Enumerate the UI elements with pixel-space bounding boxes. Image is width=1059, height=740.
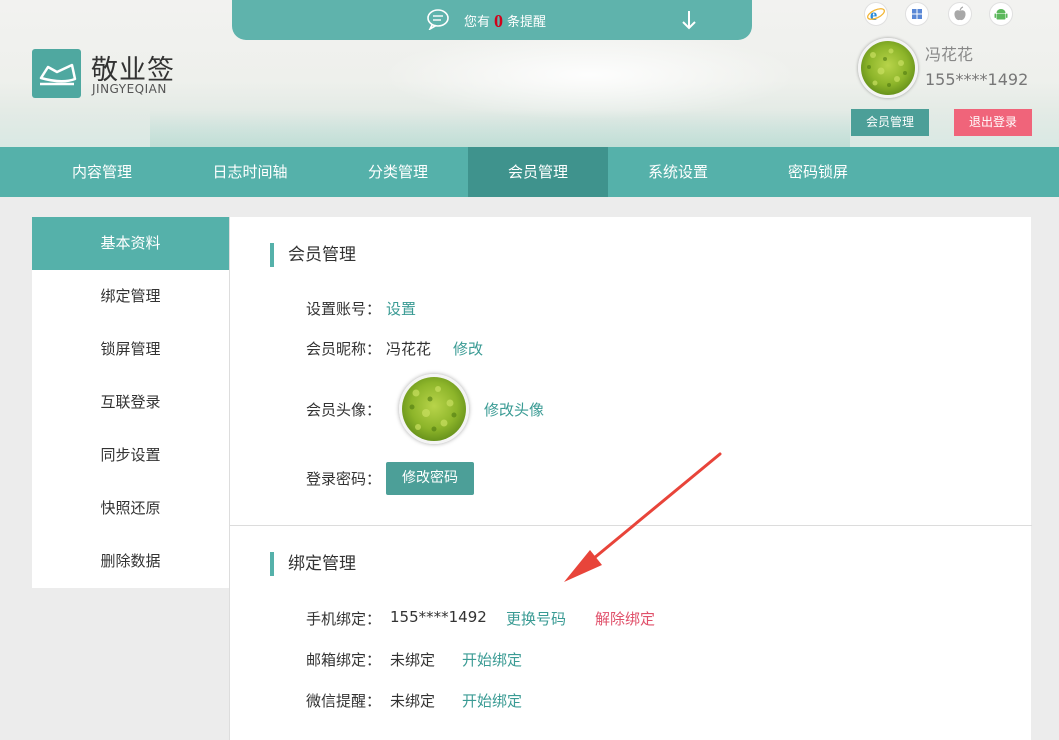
platform-icons: e	[864, 2, 1024, 26]
nickname-label: 会员昵称：	[306, 340, 382, 358]
nickname-value: 冯花花	[386, 340, 432, 358]
logo-icon	[32, 49, 81, 98]
nav-item-member[interactable]: 会员管理	[468, 147, 608, 197]
nav-item-category[interactable]: 分类管理	[328, 147, 468, 197]
member-manage-button[interactable]: 会员管理	[851, 109, 929, 136]
sidebar-item-snapshot[interactable]: 快照还原	[32, 482, 229, 535]
header: 您有 0 条提醒 敬业签 JINGYEQIAN e 冯花花 155****149…	[0, 0, 1059, 147]
sidebar: 基本资料 绑定管理 锁屏管理 互联登录 同步设置 快照还原 删除数据	[32, 217, 229, 588]
password-label: 登录密码：	[306, 470, 382, 488]
email-binding-value: 未绑定	[390, 651, 436, 669]
chat-bubble-icon	[427, 9, 449, 30]
bind-email-link[interactable]: 开始绑定	[462, 649, 522, 670]
notice-text: 您有 0 条提醒	[464, 10, 546, 31]
header-sea-decoration	[150, 110, 850, 147]
wechat-binding-label: 微信提醒：	[306, 692, 382, 710]
sidebar-item-sync[interactable]: 同步设置	[32, 429, 229, 482]
ie-icon[interactable]: e	[864, 2, 888, 26]
member-section-title: 会员管理	[270, 243, 356, 267]
main-panel: 会员管理 设置账号： 设置 会员昵称： 冯花花 修改 会员头像： 修改头像 登录…	[229, 217, 1032, 740]
notice-suffix: 条提醒	[507, 15, 547, 30]
wechat-binding-value: 未绑定	[390, 692, 436, 710]
sidebar-item-lock[interactable]: 锁屏管理	[32, 323, 229, 376]
sidebar-item-binding[interactable]: 绑定管理	[32, 270, 229, 323]
section-divider	[230, 525, 1032, 526]
user-phone: 155****1492	[925, 70, 1029, 89]
nav-item-content[interactable]: 内容管理	[32, 147, 172, 197]
nav-item-settings[interactable]: 系统设置	[608, 147, 748, 197]
edit-avatar-link[interactable]: 修改头像	[484, 399, 544, 420]
android-icon[interactable]	[989, 2, 1013, 26]
notice-prefix: 您有	[464, 15, 491, 30]
user-avatar[interactable]	[858, 38, 918, 98]
main-nav: 内容管理 日志时间轴 分类管理 会员管理 系统设置 密码锁屏	[0, 147, 1059, 197]
notice-count: 0	[494, 11, 504, 31]
change-phone-link[interactable]: 更换号码	[506, 608, 566, 629]
logo-subtitle: JINGYEQIAN	[92, 82, 167, 96]
binding-section-title: 绑定管理	[270, 552, 356, 576]
phone-binding-value: 155****1492	[390, 608, 487, 626]
notice-bar[interactable]: 您有 0 条提醒	[232, 0, 752, 40]
apple-icon[interactable]	[948, 2, 972, 26]
sidebar-item-delete[interactable]: 删除数据	[32, 535, 229, 588]
change-password-button[interactable]: 修改密码	[386, 462, 474, 495]
arrow-down-icon[interactable]	[680, 9, 698, 31]
avatar-label: 会员头像：	[306, 401, 382, 419]
nav-item-timeline[interactable]: 日志时间轴	[180, 147, 320, 197]
edit-nickname-link[interactable]: 修改	[453, 338, 483, 359]
phone-binding-label: 手机绑定：	[306, 610, 382, 628]
sidebar-item-connect[interactable]: 互联登录	[32, 376, 229, 429]
windows-icon[interactable]	[905, 2, 929, 26]
account-label: 设置账号：	[306, 300, 382, 318]
member-avatar	[399, 374, 469, 444]
email-binding-label: 邮箱绑定：	[306, 651, 382, 669]
bind-wechat-link[interactable]: 开始绑定	[462, 690, 522, 711]
logout-button[interactable]: 退出登录	[954, 109, 1032, 136]
user-name: 冯花花	[925, 45, 974, 64]
sidebar-item-basic[interactable]: 基本资料	[32, 217, 229, 270]
nav-item-lock[interactable]: 密码锁屏	[748, 147, 888, 197]
header-cloud-decoration	[380, 30, 800, 120]
unbind-phone-link[interactable]: 解除绑定	[595, 608, 655, 629]
set-account-link[interactable]: 设置	[386, 298, 416, 319]
